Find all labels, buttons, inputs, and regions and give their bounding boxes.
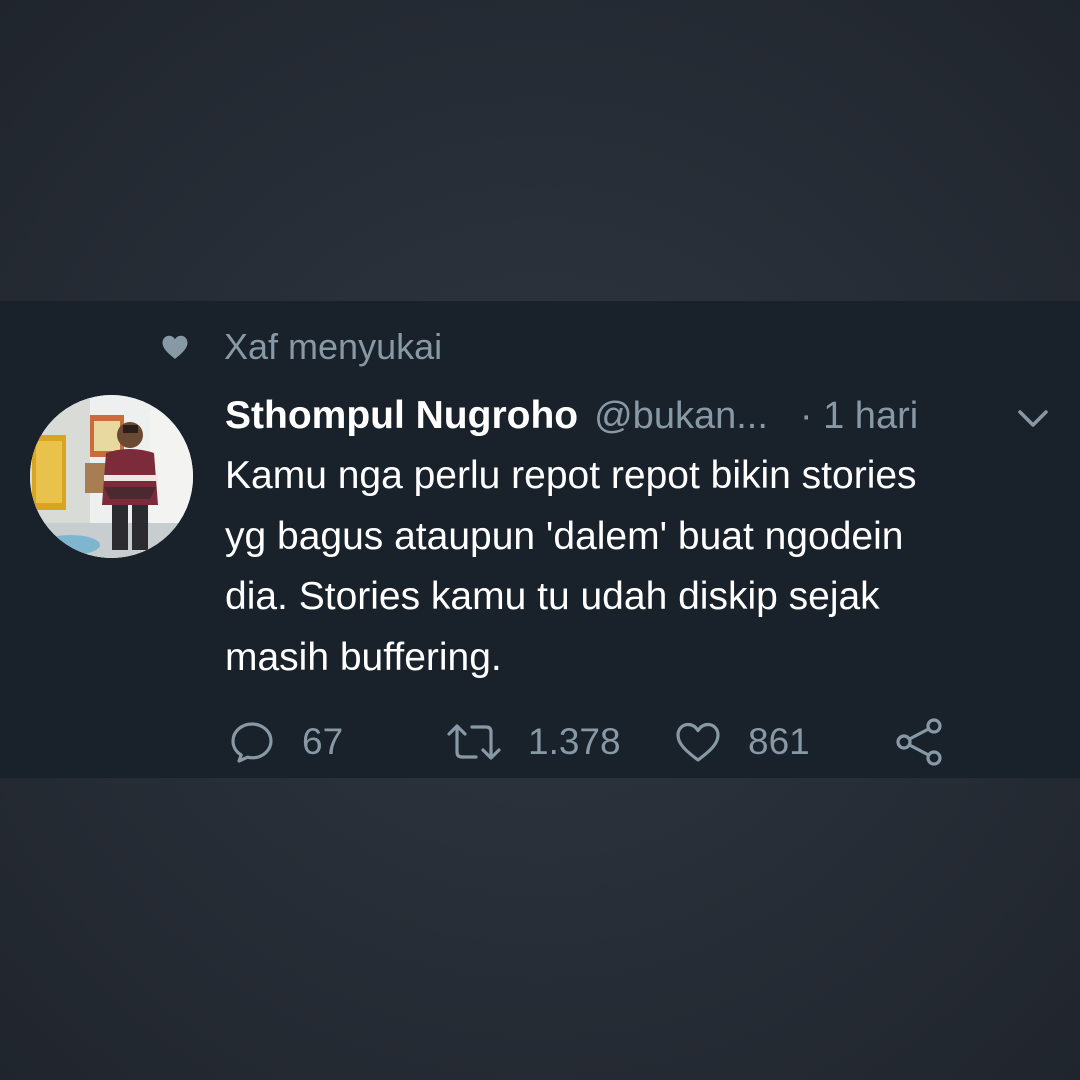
retweet-icon — [447, 724, 501, 760]
tweet-time[interactable]: · 1 hari — [800, 395, 918, 438]
heart-icon — [162, 335, 188, 359]
tweet-actions: 67 1.378 861 — [0, 712, 1080, 772]
like-count: 861 — [748, 721, 810, 762]
tweet-header: Sthompul Nugroho @bukan... · 1 hari — [225, 388, 918, 444]
tweet-text-line: yg bagus ataupun 'dalem' buat ngodein — [225, 514, 904, 558]
author-name[interactable]: Sthompul Nugroho — [225, 394, 578, 438]
reply-button[interactable]: 67 — [228, 712, 343, 772]
reply-icon — [231, 722, 273, 763]
tweet-text-line: masih buffering. — [225, 635, 502, 679]
liked-by-text: Xaf menyukai — [224, 326, 443, 367]
heart-outline-icon — [676, 722, 720, 762]
share-icon — [896, 718, 942, 766]
author-handle[interactable]: @bukan... — [594, 395, 768, 438]
tweet-text-line: Kamu nga perlu repot repot bikin stories — [225, 454, 917, 497]
share-button[interactable] — [893, 712, 945, 772]
like-button[interactable]: 861 — [674, 712, 810, 772]
reply-count: 67 — [302, 721, 344, 762]
avatar[interactable] — [30, 395, 193, 558]
tweet-text-line: dia. Stories kamu tu udah diskip sejak — [225, 575, 880, 618]
retweet-count: 1.378 — [528, 721, 621, 762]
retweet-button[interactable]: 1.378 — [446, 712, 621, 772]
social-context: Xaf menyukai — [160, 322, 442, 372]
tweet-text: Kamu nga perlu repot repot bikin stories… — [225, 446, 1055, 688]
chevron-down-icon[interactable] — [1016, 404, 1050, 434]
